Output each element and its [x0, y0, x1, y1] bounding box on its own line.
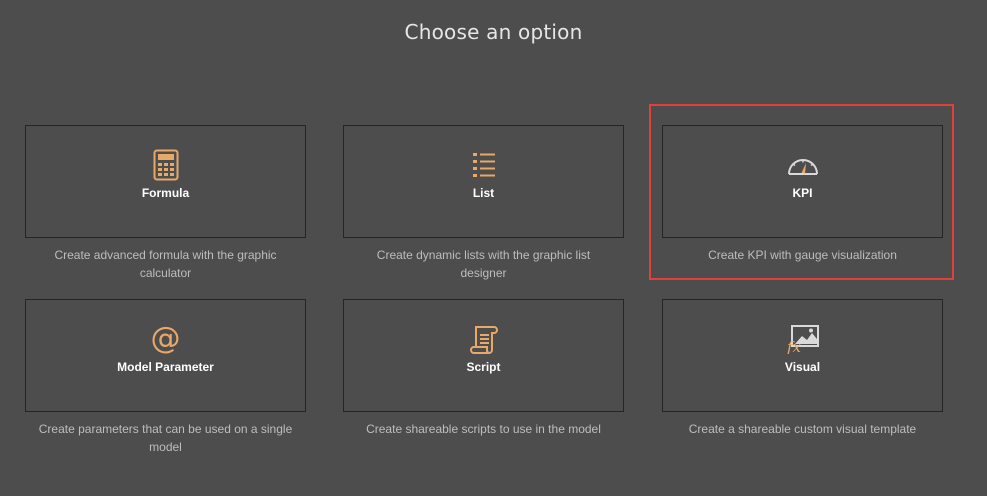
option-chooser: Choose an option Formula Create advanced…: [0, 0, 987, 496]
script-label: Script: [466, 360, 501, 374]
script-card[interactable]: Script: [343, 299, 624, 412]
option-visual: fx Visual Create a shareable custom visu…: [662, 299, 943, 438]
formula-label: Formula: [141, 186, 190, 200]
formula-description: Create advanced formula with the graphic…: [54, 248, 277, 280]
list-label: List: [472, 186, 495, 200]
visual-label: Visual: [784, 360, 821, 374]
option-kpi: KPI Create KPI with gauge visualization: [662, 125, 943, 264]
option-list: List Create dynamic lists with the graph…: [343, 125, 624, 282]
gauge-icon: [663, 149, 942, 181]
scroll-icon: [344, 323, 623, 355]
kpi-label: KPI: [792, 186, 813, 200]
model-parameter-description: Create parameters that can be used on a …: [38, 422, 293, 454]
kpi-card[interactable]: KPI: [662, 125, 943, 238]
option-script: Script Create shareable scripts to use i…: [343, 299, 624, 438]
fx-image-icon: fx: [663, 323, 942, 355]
model-parameter-label: Model Parameter: [117, 360, 214, 374]
visual-card[interactable]: fx Visual: [662, 299, 943, 412]
formula-card[interactable]: Formula: [25, 125, 306, 238]
script-description: Create shareable scripts to use in the m…: [366, 422, 601, 436]
page-title: Choose an option: [404, 20, 583, 44]
list-card[interactable]: List: [343, 125, 624, 238]
list-icon: [344, 149, 623, 181]
option-model-parameter: @ Model Parameter Create parameters that…: [25, 299, 306, 456]
at-sign-icon: @: [150, 321, 181, 356]
svg-text:fx: fx: [786, 338, 802, 354]
list-description: Create dynamic lists with the graphic li…: [376, 248, 591, 280]
visual-description: Create a shareable custom visual templat…: [688, 422, 917, 436]
model-parameter-card[interactable]: @ Model Parameter: [25, 299, 306, 412]
option-formula: Formula Create advanced formula with the…: [25, 125, 306, 282]
calculator-icon: [26, 149, 305, 181]
kpi-description: Create KPI with gauge visualization: [708, 248, 897, 262]
